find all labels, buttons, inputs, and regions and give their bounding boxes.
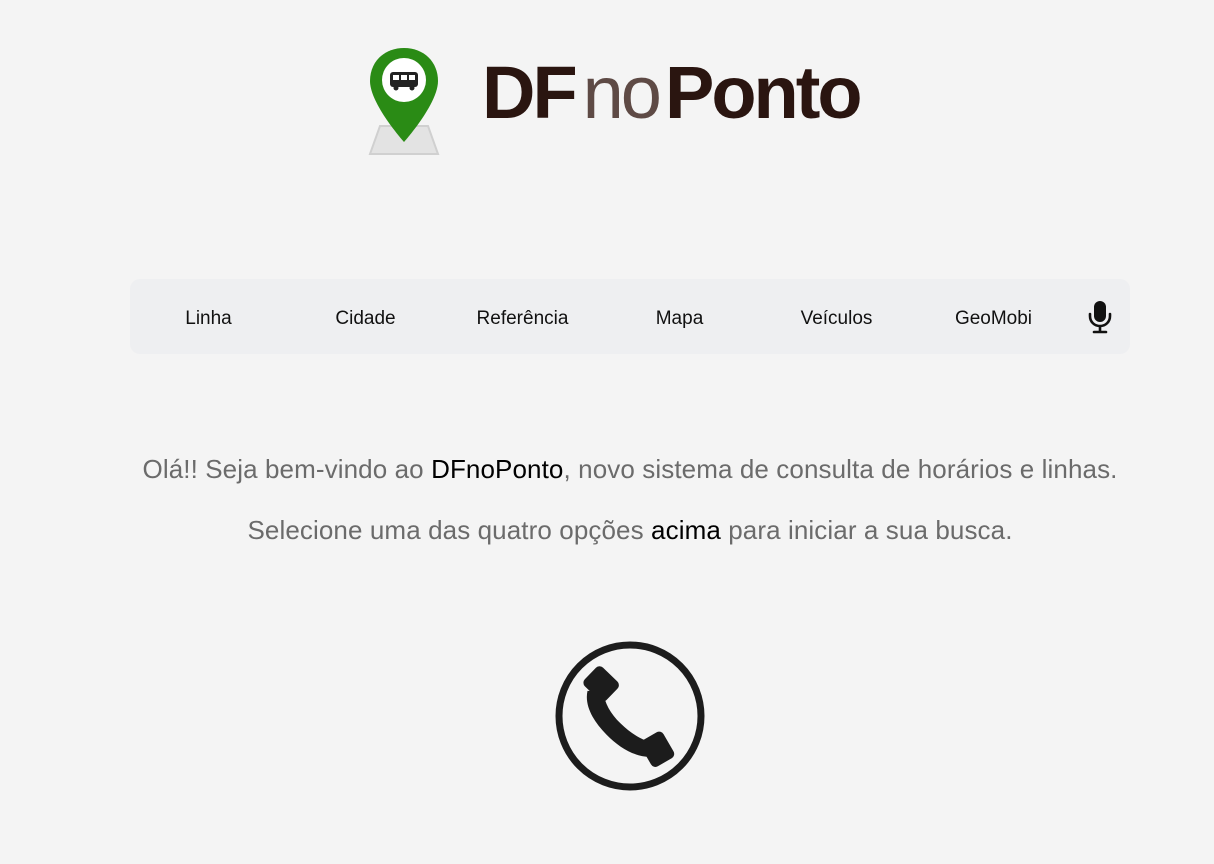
nav-item-mapa[interactable]: Mapa (601, 279, 758, 354)
welcome-text-start: Olá!! Seja bem-vindo ao (142, 454, 432, 484)
instruction-message: Selecione uma das quatro opções acima pa… (23, 515, 1214, 546)
logo-text-ponto: Ponto (664, 51, 863, 134)
instruction-highlight: acima (651, 515, 721, 545)
logo-text-df: DF (482, 51, 578, 134)
nav-item-cidade[interactable]: Cidade (287, 279, 444, 354)
welcome-brand-name: DFnoPonto (431, 454, 564, 484)
nav-item-referencia[interactable]: Referência (444, 279, 601, 354)
logo-wordmark: DF noPonto (482, 56, 863, 130)
logo[interactable]: DF noPonto (364, 44, 863, 156)
instruction-text-end: para iniciar a sua busca. (720, 515, 1013, 545)
nav-item-linha[interactable]: Linha (130, 279, 287, 354)
nav-item-geomobi[interactable]: GeoMobi (915, 279, 1072, 354)
logo-text-no: no (582, 51, 662, 134)
search-options-bar: Linha Cidade Referência Mapa Veículos Ge… (130, 279, 1130, 354)
microphone-icon[interactable] (1086, 300, 1114, 334)
phone-icon[interactable] (554, 640, 706, 792)
welcome-message: Olá!! Seja bem-vindo ao DFnoPonto, novo … (23, 454, 1214, 485)
page: DF noPonto Linha Cidade Referência Mapa V… (0, 0, 1214, 864)
instruction-text-start: Selecione uma das quatro opções (247, 515, 652, 545)
bus-map-pin-icon (368, 48, 440, 155)
nav-item-veiculos[interactable]: Veículos (758, 279, 915, 354)
welcome-text-end: , novo sistema de consulta de horários e… (563, 454, 1118, 484)
